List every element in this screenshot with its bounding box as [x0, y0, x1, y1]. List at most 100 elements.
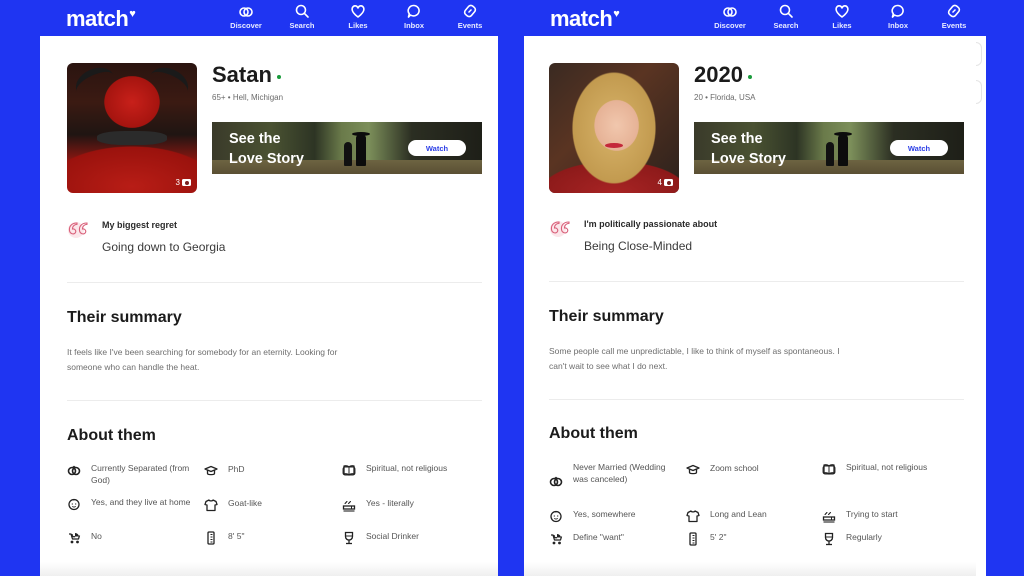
attr-value: PhD: [228, 464, 245, 474]
attr-smoking: Yes - literally: [342, 497, 452, 512]
attr-value: Yes - literally: [366, 498, 414, 508]
wine-glass-icon: [822, 532, 836, 546]
match-logo[interactable]: match♥: [66, 6, 136, 32]
attr-body-type: Goat-like: [204, 497, 324, 512]
attr-value: 5' 2": [710, 532, 727, 542]
watch-button[interactable]: Watch: [408, 140, 466, 156]
cigarette-icon: [822, 509, 836, 523]
heart-icon: [350, 3, 366, 19]
summary-line: can't wait to see what I do next.: [549, 361, 668, 371]
attr-value: Define "want": [573, 532, 624, 542]
divider: [549, 281, 964, 282]
nav-label: Events: [941, 21, 967, 30]
summary-text: It feels like I've been searching for so…: [67, 345, 457, 375]
profile-name: Satan: [212, 62, 272, 87]
nav-inbox[interactable]: Inbox: [386, 3, 442, 30]
nav-label: Inbox: [888, 21, 908, 30]
stroller-icon: [67, 531, 81, 545]
watch-button[interactable]: Watch: [890, 140, 948, 156]
nav-discover[interactable]: Discover: [218, 3, 274, 30]
scroll-fade: [40, 562, 498, 576]
summary-line: It feels like I've been searching for so…: [67, 347, 338, 357]
baby-face-icon: [549, 509, 563, 523]
nav-label: Search: [773, 21, 799, 30]
nav-events[interactable]: Events: [442, 3, 498, 30]
nav-discover[interactable]: Discover: [702, 3, 758, 30]
horn-shape: [144, 63, 194, 105]
rings-icon: [549, 474, 563, 488]
quote-icon: [549, 219, 573, 237]
attr-value: Regularly: [846, 532, 882, 542]
photo-count-value: 4: [657, 178, 662, 187]
nav-likes[interactable]: Likes: [814, 3, 870, 30]
rings-icon: [238, 3, 254, 19]
attr-relationship: Never Married (Wedding was canceled): [549, 461, 679, 488]
summary-line: Some people call me unpredictable, I lik…: [549, 346, 840, 356]
about-heading: About them: [549, 425, 638, 442]
ruler-icon: [204, 531, 218, 545]
profile-photo[interactable]: 3: [67, 63, 197, 193]
attr-body-type: Long and Lean: [686, 508, 806, 523]
nav-label: Events: [457, 21, 483, 30]
scroll-fade: [524, 562, 986, 576]
profile-name: 2020: [694, 62, 743, 87]
name-row: 2020: [694, 62, 752, 88]
wine-glass-icon: [342, 531, 356, 545]
camera-icon: [664, 179, 673, 186]
rings-icon: [67, 463, 81, 477]
attr-value: Yes, somewhere: [573, 509, 636, 519]
prompt-answer: Being Close-Minded: [584, 239, 693, 253]
attr-value: Social Drinker: [366, 531, 419, 541]
attr-religion: Spiritual, not religious: [342, 462, 452, 477]
divider: [67, 282, 482, 283]
side-action-button[interactable]: [976, 80, 982, 104]
summary-heading: Their summary: [549, 308, 664, 325]
name-row: Satan: [212, 62, 281, 88]
attr-education: PhD: [204, 463, 324, 478]
prompt-answer: Going down to Georgia: [102, 240, 226, 254]
match-logo[interactable]: match♥: [550, 6, 620, 32]
logo-heart-icon: ♥: [613, 8, 620, 20]
online-status-icon: [276, 75, 281, 79]
graduation-cap-icon: [686, 463, 700, 477]
attr-value: Zoom school: [710, 463, 759, 473]
attr-height: 8' 5": [204, 530, 324, 545]
profile-content: 3 Satan 65+ • Hell, Michigan See the Love…: [40, 36, 498, 576]
profile-panel-satan: match♥ Discover Search Likes Inbox Event…: [40, 0, 498, 576]
side-action-rail: [976, 36, 986, 576]
banner-text: See the Love Story: [229, 129, 304, 169]
attr-value: Never Married (Wedding was canceled): [573, 462, 666, 484]
search-icon: [778, 3, 794, 19]
banner-line1: See the: [711, 131, 763, 147]
ticket-icon: [946, 3, 962, 19]
summary-line: someone who can handle the heat.: [67, 362, 200, 372]
profile-photo[interactable]: 4: [549, 63, 679, 193]
attr-religion: Spiritual, not religious: [822, 461, 932, 476]
summary-heading: Their summary: [67, 309, 182, 326]
love-story-banner[interactable]: See the Love Story Watch: [212, 122, 482, 174]
nav-search[interactable]: Search: [758, 3, 814, 30]
nav-search[interactable]: Search: [274, 3, 330, 30]
divider: [549, 399, 964, 400]
side-action-button[interactable]: [976, 42, 982, 66]
shirt-icon: [204, 498, 218, 512]
logo-text: match: [66, 6, 129, 31]
book-icon: [342, 463, 356, 477]
nav-events[interactable]: Events: [926, 3, 982, 30]
profile-panel-2020: match♥ Discover Search Likes Inbox Event…: [524, 0, 986, 576]
divider: [67, 400, 482, 401]
nav-inbox[interactable]: Inbox: [870, 3, 926, 30]
attr-drinking: Regularly: [822, 531, 932, 546]
main-nav: Discover Search Likes Inbox Events: [218, 3, 498, 30]
quote-icon: [67, 220, 91, 238]
profile-content: 4 2020 20 • Florida, USA See the Love Sto…: [524, 36, 986, 576]
nav-likes[interactable]: Likes: [330, 3, 386, 30]
love-story-banner[interactable]: See the Love Story Watch: [694, 122, 964, 174]
baby-face-icon: [67, 497, 81, 511]
chat-bubble-icon: [890, 3, 906, 19]
photo-count: 4: [658, 178, 673, 187]
nav-label: Likes: [348, 21, 368, 30]
main-nav: Discover Search Likes Inbox Events: [702, 3, 982, 30]
profile-meta: 20 • Florida, USA: [694, 93, 756, 102]
attr-kids: Yes, somewhere: [549, 508, 679, 523]
